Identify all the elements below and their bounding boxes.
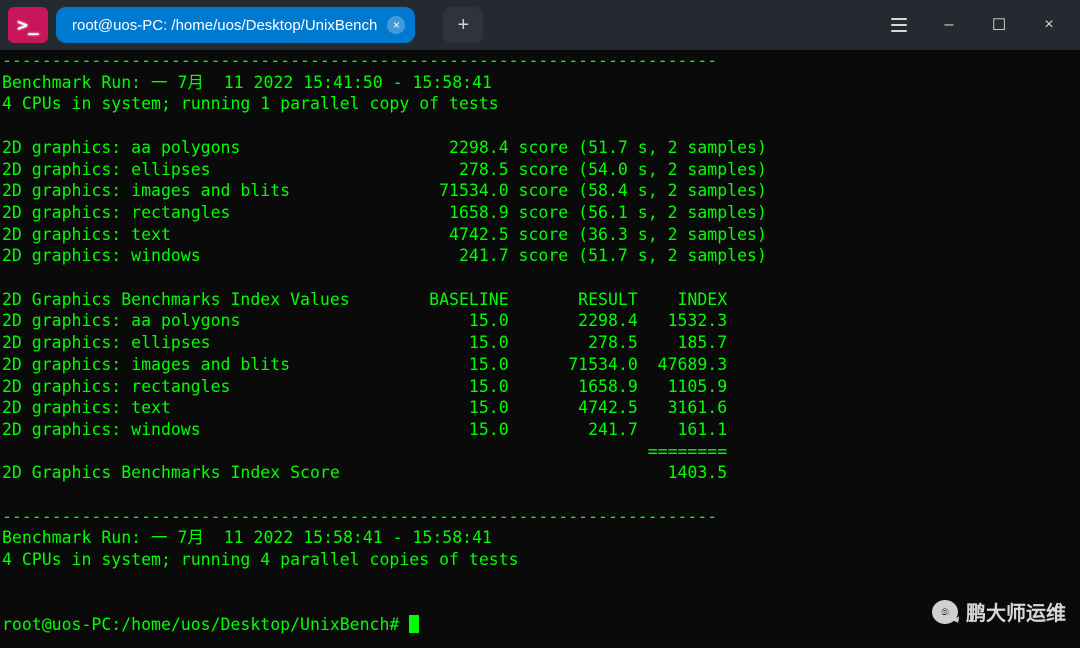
terminal-line: 4 CPUs in system; running 4 parallel cop…: [2, 549, 1078, 571]
terminal-line: 4 CPUs in system; running 1 parallel cop…: [2, 93, 1078, 115]
prompt-line[interactable]: root@uos-PC:/home/uos/Desktop/UnixBench#: [2, 614, 1078, 636]
terminal-line: 2D graphics: ellipses 278.5 score (54.0 …: [2, 159, 1078, 181]
titlebar: >_ root@uos-PC: /home/uos/Desktop/UnixBe…: [0, 0, 1080, 50]
terminal-line: 2D graphics: rectangles 1658.9 score (56…: [2, 202, 1078, 224]
terminal-line: 2D graphics: aa polygons 2298.4 score (5…: [2, 137, 1078, 159]
terminal-line: [2, 267, 1078, 289]
terminal-line: Benchmark Run: 一 7月 11 2022 15:58:41 - 1…: [2, 527, 1078, 549]
terminal-line: ----------------------------------------…: [2, 506, 1078, 528]
minimize-icon: –: [945, 16, 954, 34]
watermark: ෧ 鹏大师运维: [932, 597, 1066, 626]
hamburger-icon: [891, 18, 907, 32]
terminal-line: [2, 484, 1078, 506]
close-window-button[interactable]: ×: [1026, 7, 1072, 43]
tab-title: root@uos-PC: /home/uos/Desktop/UnixBench: [72, 17, 377, 34]
terminal-line: 2D graphics: images and blits 71534.0 sc…: [2, 180, 1078, 202]
close-icon: ×: [1044, 16, 1053, 34]
tab-close-button[interactable]: ×: [387, 16, 405, 34]
terminal-line: [2, 593, 1078, 615]
terminal-line: 2D graphics: aa polygons 15.0 2298.4 153…: [2, 310, 1078, 332]
terminal-line: ----------------------------------------…: [2, 50, 1078, 72]
terminal-line: [2, 571, 1078, 593]
menu-button[interactable]: [876, 7, 922, 43]
terminal-line: [2, 115, 1078, 137]
terminal-line: 2D graphics: text 15.0 4742.5 3161.6: [2, 397, 1078, 419]
terminal-line: 2D graphics: windows 241.7 score (51.7 s…: [2, 245, 1078, 267]
window-controls: – ☐ ×: [876, 7, 1072, 43]
terminal-line: 2D Graphics Benchmarks Index Score 1403.…: [2, 462, 1078, 484]
terminal-line: 2D graphics: rectangles 15.0 1658.9 1105…: [2, 376, 1078, 398]
cursor: [409, 615, 419, 633]
terminal-line: Benchmark Run: 一 7月 11 2022 15:41:50 - 1…: [2, 72, 1078, 94]
active-tab[interactable]: root@uos-PC: /home/uos/Desktop/UnixBench…: [56, 7, 415, 43]
new-tab-button[interactable]: +: [443, 7, 483, 43]
terminal-output[interactable]: ----------------------------------------…: [0, 50, 1080, 648]
watermark-text: 鹏大师运维: [966, 597, 1066, 626]
terminal-line: 2D graphics: windows 15.0 241.7 161.1: [2, 419, 1078, 441]
wechat-icon: ෧: [932, 600, 958, 624]
shell-prompt: root@uos-PC:/home/uos/Desktop/UnixBench#: [2, 615, 409, 634]
terminal-line: 2D graphics: text 4742.5 score (36.3 s, …: [2, 224, 1078, 246]
terminal-line: ========: [2, 441, 1078, 463]
minimize-button[interactable]: –: [926, 7, 972, 43]
terminal-line: 2D graphics: ellipses 15.0 278.5 185.7: [2, 332, 1078, 354]
maximize-button[interactable]: ☐: [976, 7, 1022, 43]
maximize-icon: ☐: [992, 15, 1006, 35]
terminal-line: 2D graphics: images and blits 15.0 71534…: [2, 354, 1078, 376]
terminal-line: 2D Graphics Benchmarks Index Values BASE…: [2, 289, 1078, 311]
app-icon: >_: [8, 7, 48, 43]
